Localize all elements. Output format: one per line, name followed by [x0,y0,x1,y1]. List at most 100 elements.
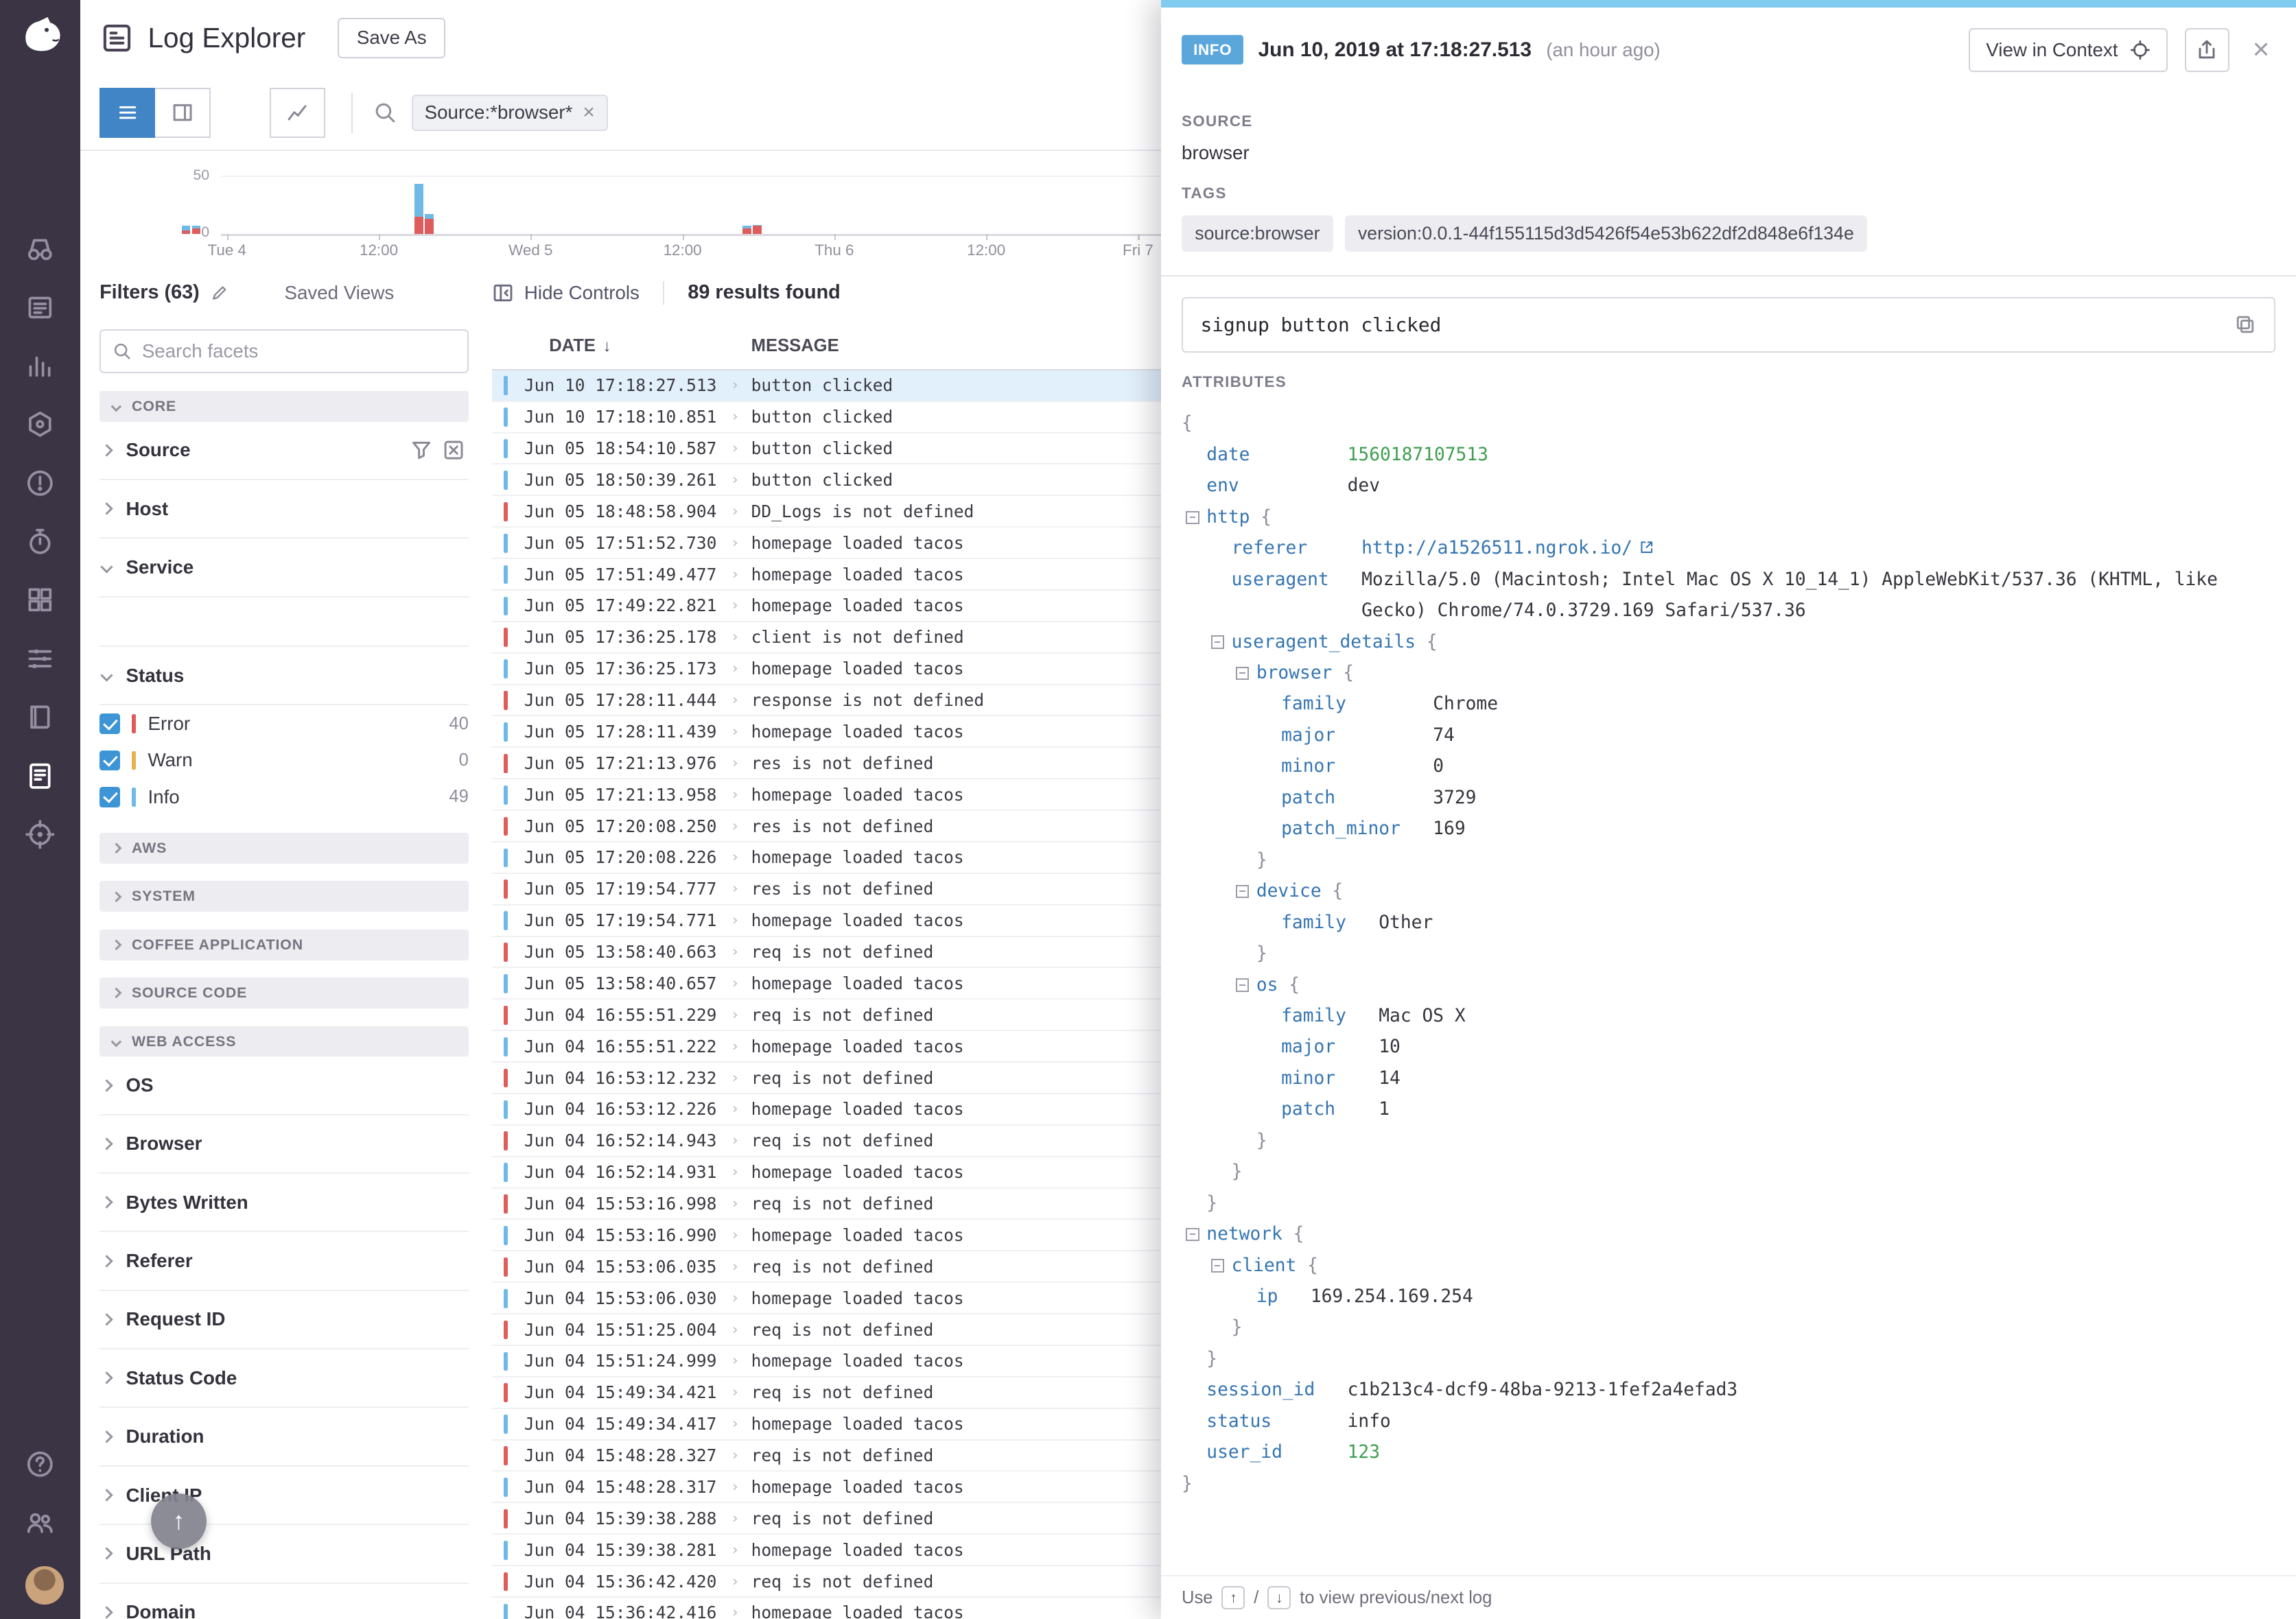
attribute-key[interactable]: major [1281,720,1433,751]
collapse-icon[interactable] [1186,511,1199,524]
dashboards-icon[interactable] [25,351,55,381]
pipelines-icon[interactable] [25,644,55,674]
scroll-to-top-button[interactable]: ↑ [151,1493,207,1549]
tree-node-os[interactable]: os { [1182,970,2275,1001]
referer-link[interactable]: http://a1526511.ngrok.io/ [1361,538,1654,558]
attribute-key[interactable]: session_id [1206,1375,1347,1406]
chip-remove-icon[interactable]: × [583,102,594,123]
facet-browser[interactable]: Browser [99,1115,469,1174]
facet-group-system[interactable]: SYSTEM [99,881,469,912]
collapse-icon[interactable] [1236,885,1249,898]
attribute-key[interactable]: major [1281,1032,1379,1063]
timeline-bar[interactable] [425,214,434,234]
facet-group-aws[interactable]: AWS [99,833,469,864]
timeline-bar[interactable] [742,226,751,234]
attribute-key[interactable]: env [1206,471,1347,501]
tree-node-useragent_details[interactable]: useragent_details { [1182,627,2275,658]
collapse-icon[interactable] [1186,1228,1199,1241]
facet-status[interactable]: Status [99,647,469,705]
attribute-key[interactable]: os [1256,970,1278,1001]
datadog-logo-icon[interactable] [14,12,67,64]
integrations-icon[interactable] [25,585,55,615]
facet-group-source-code[interactable]: SOURCE CODE [99,978,469,1008]
facet-filter-icon[interactable] [410,438,433,462]
save-as-button[interactable]: Save As [338,18,445,59]
collapse-icon[interactable] [1211,1259,1224,1272]
column-header-message[interactable]: MESSAGE [751,336,839,356]
apm-icon[interactable] [25,527,55,556]
tag-pill[interactable]: source:browser [1182,215,1333,251]
tree-node-client[interactable]: client { [1182,1251,2275,1281]
facet-group-core[interactable]: CORE [99,391,469,422]
facet-source[interactable]: Source [99,422,469,480]
facet-value-info[interactable]: Info49 [99,779,469,815]
attribute-key[interactable]: patch_minor [1281,814,1433,844]
attribute-key[interactable]: family [1281,689,1433,720]
timeline-bar[interactable] [182,226,191,234]
notebooks-icon[interactable] [25,702,55,732]
facet-value-error[interactable]: Error40 [99,705,469,742]
facet-status-code[interactable]: Status Code [99,1349,469,1408]
attribute-key[interactable]: family [1281,908,1379,938]
attribute-key[interactable]: client [1232,1251,1297,1281]
attribute-key[interactable]: ip [1256,1281,1311,1312]
attribute-key[interactable]: family [1281,1001,1379,1032]
facet-domain[interactable]: Domain [99,1584,469,1619]
timeline-bar[interactable] [192,226,201,234]
facet-checkbox[interactable] [99,751,120,771]
search-filter-chip[interactable]: Source:*browser* × [412,95,608,131]
tree-node-device[interactable]: device { [1182,876,2275,907]
synthetics-icon[interactable] [25,820,55,849]
facet-group-coffee-application[interactable]: COFFEE APPLICATION [99,930,469,960]
attribute-key[interactable]: date [1206,440,1347,471]
collapse-icon[interactable] [1236,667,1249,680]
facet-group-web-access[interactable]: WEB ACCESS [99,1026,469,1057]
copy-icon[interactable] [2234,314,2256,335]
monitors-icon[interactable] [25,469,55,498]
analytics-view-toggle[interactable] [270,88,325,138]
attribute-key[interactable]: user_id [1206,1437,1347,1468]
facet-os[interactable]: OS [99,1056,469,1115]
attribute-key[interactable]: minor [1281,751,1433,782]
watchdog-icon[interactable] [25,234,55,263]
column-header-date[interactable]: DATE ↓ [492,336,751,356]
attribute-key[interactable]: http [1206,502,1250,533]
attribute-key[interactable]: patch [1281,1094,1379,1125]
attribute-key[interactable]: browser [1256,658,1333,689]
facet-service[interactable]: Service [99,539,469,597]
attribute-key[interactable]: device [1256,876,1322,907]
tree-node-http[interactable]: http { [1182,502,2275,533]
share-button[interactable] [2185,28,2229,72]
facet-host[interactable]: Host [99,480,469,539]
tag-pill[interactable]: version:0.0.1-44f155115d3d5426f54e53b622… [1345,215,1867,251]
team-icon[interactable] [25,1508,55,1537]
facet-exclude-icon[interactable] [442,438,465,462]
split-view-toggle[interactable] [155,88,211,138]
collapse-icon[interactable] [1211,635,1224,648]
facet-checkbox[interactable] [99,713,120,734]
edit-filters-icon[interactable] [210,283,229,303]
facet-bytes-written[interactable]: Bytes Written [99,1174,469,1232]
facet-checkbox[interactable] [99,787,120,807]
attribute-key[interactable]: minor [1281,1063,1379,1094]
facet-request-id[interactable]: Request ID [99,1291,469,1349]
tree-node-browser[interactable]: browser { [1182,658,2275,689]
tab-saved-views[interactable]: Saved Views [284,282,394,304]
facet-search-input[interactable] [142,340,456,362]
attribute-key[interactable]: patch [1281,783,1433,814]
attribute-key[interactable]: useragent_details [1232,627,1416,658]
view-in-context-button[interactable]: View in Context [1969,28,2168,72]
facet-value-warn[interactable]: Warn0 [99,742,469,779]
facet-duration[interactable]: Duration [99,1408,469,1466]
list-view-toggle[interactable] [99,88,155,138]
timeline-bar[interactable] [753,225,762,235]
logs-icon[interactable] [25,761,55,791]
events-icon[interactable] [25,293,55,322]
close-panel-icon[interactable]: × [2253,35,2270,64]
attribute-key[interactable]: network [1206,1219,1282,1250]
hide-controls-button[interactable]: Hide Controls [492,282,640,304]
attribute-key[interactable]: useragent [1232,565,1362,627]
infrastructure-icon[interactable] [25,410,55,439]
attribute-key[interactable]: referer [1232,533,1362,564]
tree-node-network[interactable]: network { [1182,1219,2275,1250]
